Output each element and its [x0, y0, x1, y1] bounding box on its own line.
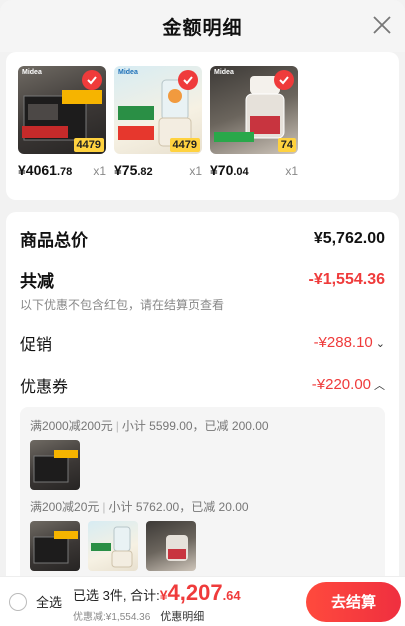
checkout-bar: 全选 已选 3件, 合计: ¥4,207.64 优惠减:¥1,554.36 优惠… — [0, 576, 405, 626]
price-summary: 商品总价 ¥5,762.00 共减 -¥1,554.36 以下优惠不包含红包，请… — [6, 212, 399, 580]
product-price: ¥75.82 — [114, 162, 153, 178]
checkout-button[interactable]: 去结算 — [306, 581, 401, 622]
discount-detail-link[interactable]: 优惠明细 — [160, 608, 204, 624]
reduce-note: 以下优惠不包含红包，请在结算页查看 — [20, 298, 225, 312]
coupon-rule: 满2000减200元 | 小计 5599.00，已减 200.00 — [30, 419, 269, 433]
product-thumb — [30, 440, 80, 490]
coupon-rule-title: 满2000减200元 — [30, 419, 113, 433]
chevron-down-icon[interactable]: ⌄ — [376, 337, 385, 350]
amount-detail-sheet: 金额明细 Midea 4479 ¥4061.78 x1 Midea 4479 ¥… — [0, 0, 405, 580]
checkout-total: ¥4,207.64 — [159, 579, 241, 605]
product-image: Midea 74 — [210, 66, 298, 154]
price-tag: 4479 — [73, 138, 104, 152]
product-thumb — [30, 521, 80, 571]
reduce-value: -¥1,554.36 — [308, 270, 385, 288]
chevron-up-icon[interactable]: ︿ — [374, 377, 385, 393]
total-price-row: 商品总价 ¥5,762.00 — [20, 226, 385, 251]
select-all-label[interactable]: 全选 — [36, 592, 62, 611]
coupon-detail-box: 满2000减200元 | 小计 5599.00，已减 200.00 满200减20元… — [20, 407, 385, 580]
coupon-rule: 满200减20元 | 小计 5762.00，已减 20.00 — [30, 500, 249, 514]
total-price-label: 商品总价 — [20, 231, 88, 250]
product-item[interactable]: Midea 4479 ¥4061.78 x1 — [18, 66, 106, 200]
coupon-thumbs — [30, 440, 375, 490]
reduce-label: 共减 — [20, 272, 54, 291]
product-price: ¥70.04 — [210, 162, 249, 178]
selected-check-icon[interactable] — [82, 70, 102, 90]
price-tag: 4479 — [169, 138, 200, 152]
sheet-header: 金额明细 — [0, 0, 405, 52]
coupon-value-wrap: -¥220.00 ︿ — [312, 376, 385, 394]
product-price: ¥4061.78 — [18, 162, 73, 178]
product-qty: x1 — [285, 164, 298, 178]
select-all-radio[interactable] — [9, 592, 27, 611]
coupon-label: 优惠券 — [20, 379, 69, 396]
promo-label: 促销 — [20, 337, 53, 354]
coupon-rule-detail: 小计 5762.00，已减 20.00 — [108, 500, 249, 514]
coupon-rule-detail: 小计 5599.00，已减 200.00 — [121, 419, 269, 433]
product-image: Midea 4479 — [114, 66, 202, 154]
product-qty: x1 — [189, 164, 202, 178]
promo-row[interactable]: 促销 -¥288.10 ⌄ — [20, 331, 385, 355]
checkout-summary: 已选 3件, 合计: ¥4,207.64 优惠减:¥1,554.36 优惠明细 — [73, 580, 273, 624]
coupon-row[interactable]: 优惠券 -¥220.00 ︿ — [20, 373, 385, 397]
selected-check-icon[interactable] — [178, 70, 198, 90]
product-thumb — [146, 521, 196, 571]
coupon-rule-title: 满200减20元 — [30, 500, 100, 514]
price-tag: 74 — [277, 138, 296, 152]
promo-value: -¥288.10 — [313, 334, 373, 351]
selected-count: 已选 3件, 合计: — [73, 587, 160, 603]
product-list: Midea 4479 ¥4061.78 x1 Midea 4479 ¥75.82… — [6, 52, 399, 200]
total-price-value: ¥5,762.00 — [313, 229, 385, 247]
product-image: Midea 4479 — [18, 66, 106, 154]
coupon-value: -¥220.00 — [311, 376, 371, 393]
discount-text: 优惠减:¥1,554.36 — [73, 611, 151, 623]
product-thumb — [88, 521, 138, 571]
product-item[interactable]: Midea 74 ¥70.04 x1 — [210, 66, 298, 200]
close-icon[interactable] — [371, 14, 393, 36]
reduce-row: 共减 -¥1,554.36 — [20, 267, 385, 292]
promo-value-wrap: -¥288.10 ⌄ — [314, 334, 385, 352]
product-item[interactable]: Midea 4479 ¥75.82 x1 — [114, 66, 202, 200]
product-qty: x1 — [93, 164, 106, 178]
selected-check-icon[interactable] — [274, 70, 294, 90]
sheet-title: 金额明细 — [162, 17, 243, 39]
coupon-thumbs — [30, 521, 375, 571]
